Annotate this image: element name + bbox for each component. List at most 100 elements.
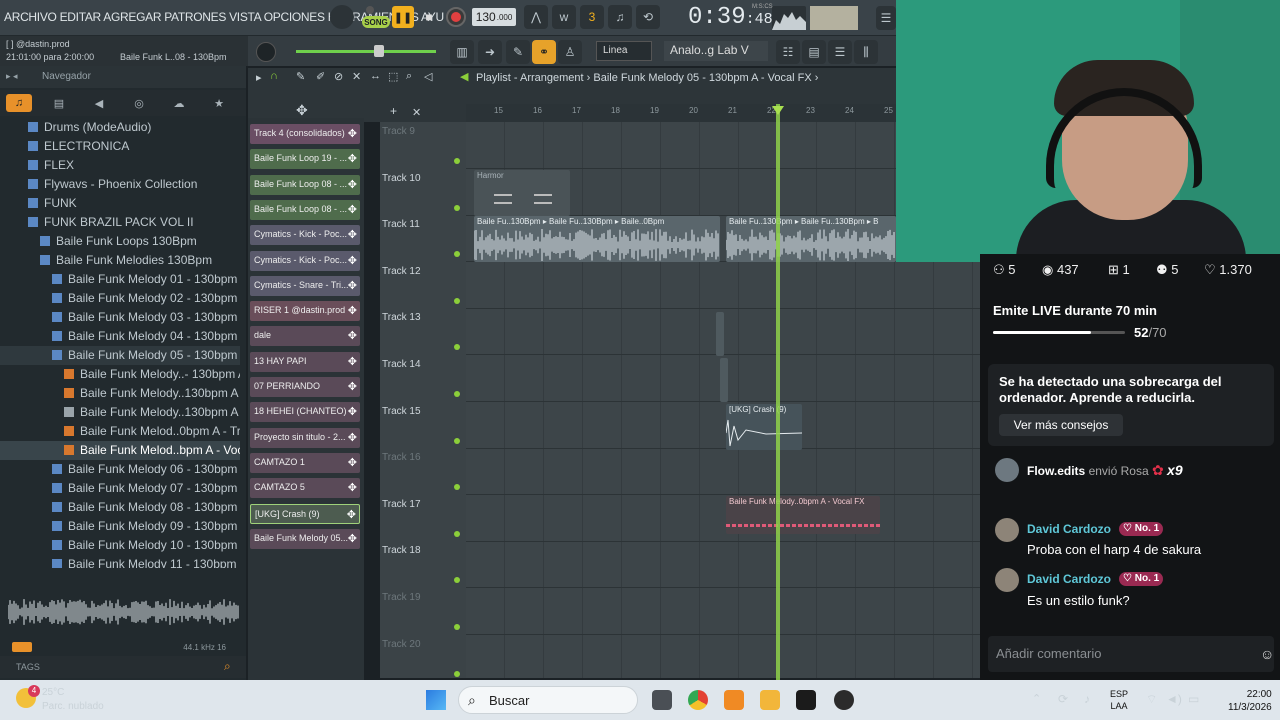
- weather-temp[interactable]: 25°C: [42, 687, 64, 698]
- snap-select[interactable]: Linea: [596, 41, 652, 61]
- playlist-icon[interactable]: ☷: [776, 40, 800, 64]
- timeline-ruler[interactable]: [466, 104, 896, 122]
- microphone-icon[interactable]: ♪: [1084, 692, 1090, 706]
- avatar[interactable]: [995, 518, 1019, 542]
- browser-item[interactable]: Baile Funk Melody..130bpm A - Midi: [0, 403, 240, 422]
- mixer-view-icon[interactable]: ⫼: [854, 40, 878, 64]
- tab-project-icon[interactable]: ▤: [46, 94, 72, 112]
- arrow-right-icon[interactable]: ➜: [478, 40, 502, 64]
- drag-handle-icon[interactable]: ✥: [348, 431, 357, 444]
- drag-handle-icon[interactable]: ✥: [348, 329, 357, 342]
- drag-handle-icon[interactable]: ✥: [348, 355, 357, 368]
- browser-item[interactable]: Baile Funk Melody 08 - 130bpm B: [0, 498, 240, 517]
- pattern-item[interactable]: 18 HEHEI (CHANTEO) ✥: [250, 402, 360, 423]
- track-name[interactable]: Track 15: [382, 406, 421, 417]
- track-mute-led[interactable]: [454, 391, 460, 397]
- pattern-item[interactable]: [UKG] Crash (9) ✥: [250, 503, 360, 524]
- pattern-item[interactable]: Baile Funk Loop 19 - ... ✥: [250, 149, 360, 170]
- link-icon[interactable]: ⚭: [532, 40, 556, 64]
- harmor-clip[interactable]: Harmor: [474, 170, 570, 216]
- track-name[interactable]: Track 17: [382, 499, 421, 510]
- select-tool-icon[interactable]: ⬚: [388, 70, 398, 83]
- sync-icon[interactable]: ⟳: [1058, 692, 1068, 706]
- pattern-item[interactable]: Baile Funk Loop 08 - ... ✥: [250, 174, 360, 195]
- pattern-item[interactable]: Proyecto sin titulo - 2... ✥: [250, 427, 360, 448]
- taskbar-clock[interactable]: 22:00 11/3/2026: [1228, 688, 1272, 714]
- drag-handle-icon[interactable]: ✥: [348, 456, 357, 469]
- pattern-item[interactable]: 13 HAY PAPI ✥: [250, 351, 360, 372]
- track-name[interactable]: Track 13: [382, 312, 421, 323]
- browser-item[interactable]: Baile Funk Melodies 130Bpm: [0, 251, 240, 270]
- pattern-item[interactable]: Cymatics - Kick - Poc... ✥: [250, 225, 360, 246]
- track-mute-led[interactable]: [454, 530, 460, 537]
- weather-desc[interactable]: Parc. nublado: [42, 701, 104, 712]
- play-preview-icon[interactable]: [12, 642, 32, 652]
- clip-riser[interactable]: [716, 312, 724, 356]
- browser-item[interactable]: Baile Funk Melody 09 - 130bpm A: [0, 517, 240, 536]
- arrange-icon[interactable]: ✥: [296, 102, 308, 119]
- playhead-marker[interactable]: [772, 106, 784, 115]
- search-icon[interactable]: ⌕: [224, 659, 231, 674]
- pattern-item[interactable]: dale ✥: [250, 326, 360, 347]
- browser-item[interactable]: FUNK: [0, 194, 240, 213]
- browser-item[interactable]: Baile Funk Melody 10 - 130bpm A: [0, 536, 240, 555]
- track-name[interactable]: Track 19: [382, 592, 421, 603]
- clip-vocal-shot[interactable]: [720, 358, 728, 402]
- gift-user[interactable]: Flow.edits: [1027, 464, 1085, 478]
- track-name[interactable]: Track 9: [382, 126, 415, 137]
- pattern-song-knob[interactable]: [330, 5, 354, 29]
- pause-button[interactable]: ❚❚: [392, 6, 414, 28]
- play-icon[interactable]: ▸: [256, 71, 262, 84]
- mute-tool-icon[interactable]: ✕: [352, 70, 361, 83]
- mixer-icon[interactable]: ☰: [876, 6, 896, 30]
- channel-rack-icon[interactable]: ☰: [828, 40, 852, 64]
- piano-icon[interactable]: ▥: [450, 40, 474, 64]
- track-mute-led[interactable]: [454, 437, 460, 444]
- emoji-icon[interactable]: ☺: [1260, 646, 1274, 662]
- playback-tool-icon[interactable]: ◁: [424, 70, 432, 83]
- slip-tool-icon[interactable]: ↔: [370, 70, 381, 82]
- browser-item[interactable]: Baile Funk Melody 07 - 130bpm A: [0, 479, 240, 498]
- magnet-icon[interactable]: ∩: [270, 70, 278, 82]
- pattern-item[interactable]: CAMTAZO 5 ✥: [250, 478, 360, 499]
- audio-clip-loop-b[interactable]: Baile Fu..130Bpm ▸ Baile Fu..130Bpm ▸ B: [726, 216, 896, 262]
- loop-record-icon[interactable]: ⟲: [636, 5, 660, 29]
- avatar[interactable]: [995, 458, 1019, 482]
- browser-item[interactable]: Baile Funk Melody 11 - 130bpm C#: [0, 555, 240, 568]
- piano-roll-icon[interactable]: ▤: [802, 40, 826, 64]
- file-explorer-icon[interactable]: [760, 690, 780, 710]
- track-mute-led[interactable]: [454, 624, 460, 630]
- record-button[interactable]: [446, 7, 466, 27]
- tab-favorites-icon[interactable]: ★: [206, 94, 232, 112]
- drag-handle-icon[interactable]: ✥: [348, 532, 357, 545]
- pattern-item[interactable]: 07 PERRIANDO ✥: [250, 377, 360, 397]
- drag-handle-icon[interactable]: ✥: [348, 254, 357, 267]
- draw-tool-icon[interactable]: ✎: [296, 70, 305, 83]
- browser-item[interactable]: ELECTRONICA: [0, 137, 240, 156]
- tiktok-icon[interactable]: [796, 690, 816, 710]
- current-channel[interactable]: Analo..g Lab V: [664, 41, 768, 61]
- drag-handle-icon[interactable]: ✥: [348, 178, 357, 191]
- drag-handle-icon[interactable]: ✥: [348, 279, 357, 292]
- browser-nav-arrows[interactable]: ▸ ◂: [6, 71, 18, 82]
- audio-clip-loop-a[interactable]: Baile Fu..130Bpm ▸ Baile Fu..130Bpm ▸ Ba…: [474, 216, 720, 262]
- drag-handle-icon[interactable]: ✥: [348, 304, 357, 317]
- browser-item[interactable]: Baile Funk Melody 06 - 130bpm G#: [0, 460, 240, 479]
- browser-item[interactable]: Baile Funk Melody 02 - 130bpm A: [0, 289, 240, 308]
- browser-item[interactable]: Baile Funk Melody 03 - 130bpm G#: [0, 308, 240, 327]
- track-mute-led[interactable]: [454, 158, 460, 164]
- pattern-item[interactable]: Track 4 (consolidados) ✥: [250, 124, 360, 144]
- volume-icon[interactable]: ◄): [1166, 692, 1182, 706]
- delete-tool-icon[interactable]: ⊘: [334, 70, 343, 83]
- avatar[interactable]: [995, 568, 1019, 592]
- taskbar-search[interactable]: Buscar: [458, 686, 638, 714]
- browser-item[interactable]: FUNK BRAZIL PACK VOL II: [0, 213, 240, 232]
- drag-handle-icon[interactable]: ✥: [348, 405, 357, 418]
- more-tips-button[interactable]: Ver más consejos: [999, 414, 1123, 436]
- pattern-item[interactable]: RISER 1 @dastin.prod ✥: [250, 301, 360, 322]
- pattern-item[interactable]: Baile Funk Loop 08 - ... ✥: [250, 199, 360, 220]
- browser-item[interactable]: Baile Funk Melody..130bpm A - Brass: [0, 384, 240, 403]
- obs-icon[interactable]: [834, 690, 854, 710]
- pattern-item[interactable]: Cymatics - Snare - Tri... ✥: [250, 275, 360, 296]
- master-volume-knob[interactable]: [256, 42, 276, 62]
